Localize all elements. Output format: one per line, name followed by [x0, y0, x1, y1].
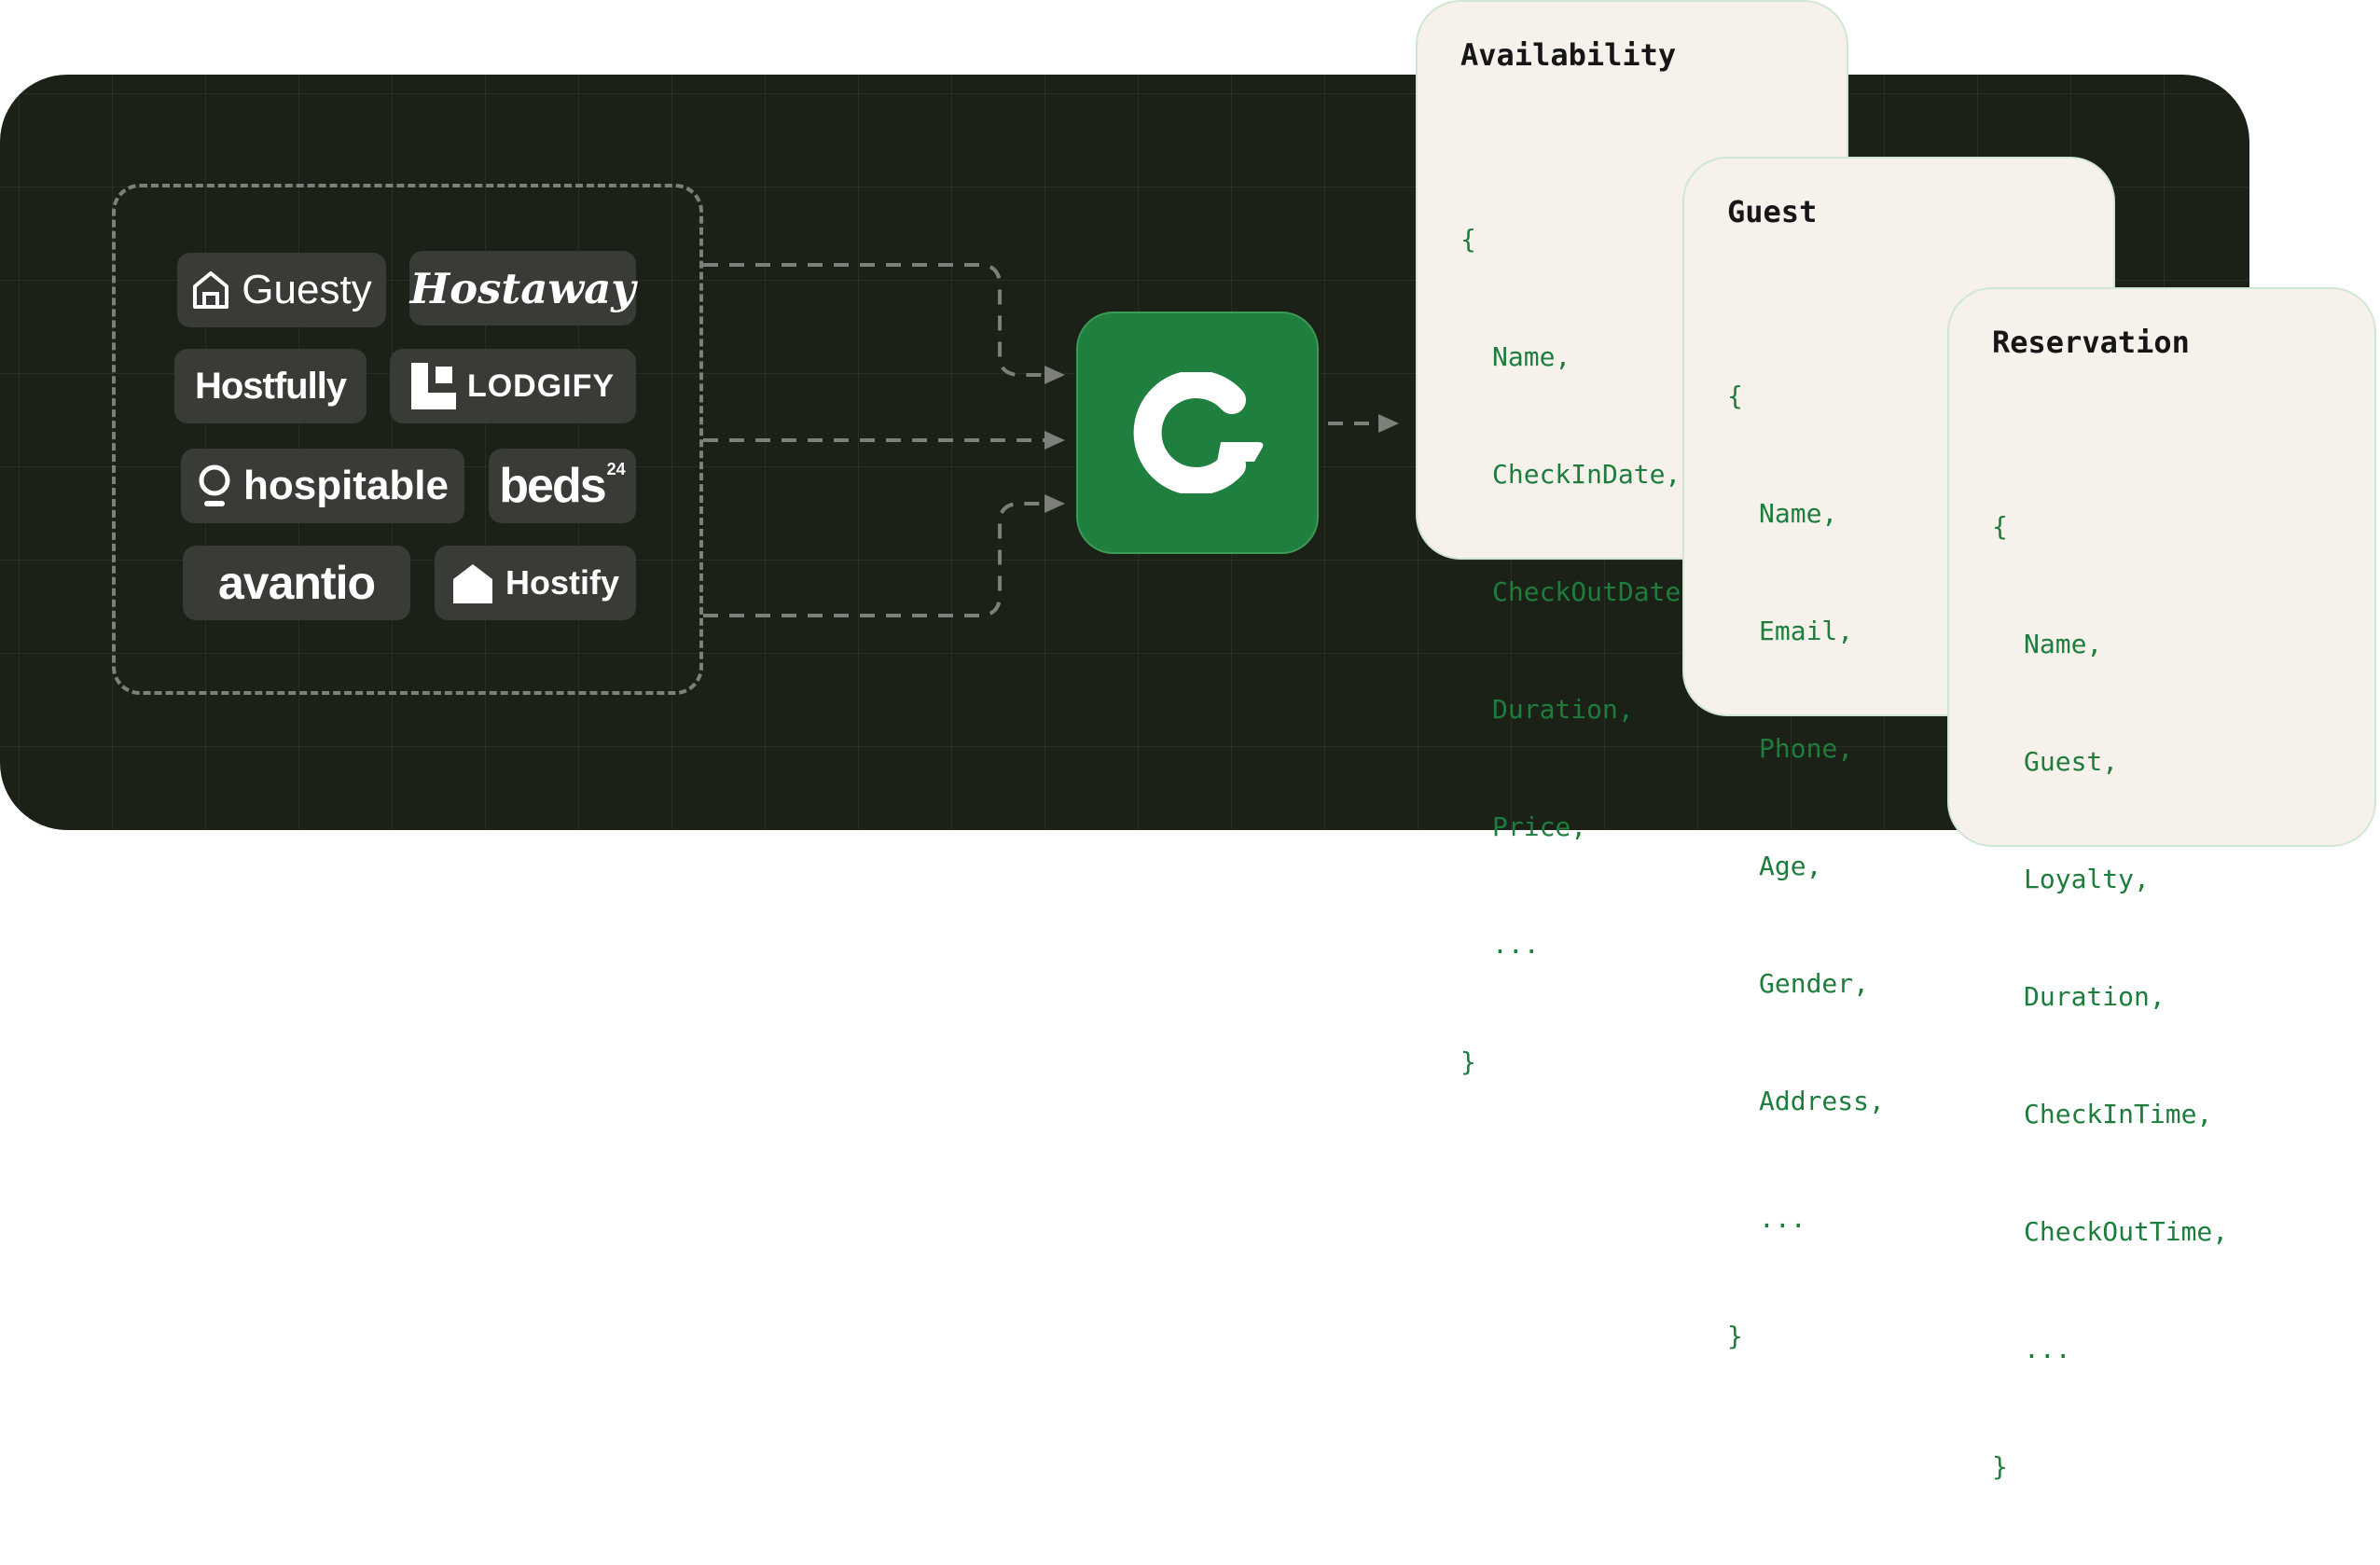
card-title: Guest [1727, 194, 1818, 229]
code-line: Price, [1492, 811, 1587, 842]
logo-label: avantio [217, 557, 376, 609]
code-line: } [1727, 1321, 1743, 1351]
code-line: Address, [1759, 1086, 1885, 1116]
card-title: Availability [1460, 37, 1677, 73]
logo-label: Hostfully [194, 366, 347, 407]
c-logo-icon [1133, 372, 1264, 493]
logo-superscript: 24 [606, 459, 626, 478]
logo-beds24: beds 24 [489, 449, 636, 523]
code-line: Duration, [2024, 981, 2166, 1012]
hub-logo [1076, 312, 1319, 554]
location-pin-icon [199, 464, 230, 506]
house-solid-icon [452, 564, 492, 603]
logo-label: Hostify [505, 563, 619, 602]
code-line: ... [1759, 1203, 1806, 1234]
code-line: Name, [1492, 341, 1571, 372]
logo-label: LODGIFY [466, 368, 616, 404]
code-line: Name, [2024, 629, 2103, 659]
code-line: CheckOutTime, [2024, 1216, 2229, 1247]
logo-hostaway: Hostaway [409, 251, 636, 325]
logo-guesty: Guesty [177, 253, 386, 327]
code-line: Email, [1759, 616, 1854, 646]
logo-hospitable: hospitable [181, 449, 464, 523]
logo-label: Guesty [242, 267, 372, 312]
lodgify-mark-icon [410, 363, 456, 409]
code-line: } [1992, 1451, 2008, 1482]
logo-avantio: avantio [183, 546, 410, 620]
logo-hostfully: Hostfully [174, 349, 367, 423]
code-line: Duration, [1492, 694, 1634, 725]
logo-label: hospitable [242, 463, 450, 508]
code-line: Loyalty, [2024, 864, 2150, 894]
logo-hostify: Hostify [435, 546, 636, 620]
code-line: { [1727, 381, 1743, 411]
code-line: CheckInDate, [1492, 459, 1681, 490]
logo-lodgify: LODGIFY [390, 349, 636, 423]
code-line: Name, [1759, 498, 1838, 529]
code-line: ... [2024, 1334, 2071, 1364]
code-block: { Name, Email, Phone, Age, Gender, Addre… [1727, 298, 1885, 1434]
house-outline-icon [193, 271, 229, 309]
code-line: CheckInTime, [2024, 1099, 2213, 1129]
code-line: Guest, [2024, 746, 2119, 777]
code-line: { [1992, 511, 2008, 542]
code-line: Age, [1759, 851, 1822, 881]
code-line: Phone, [1759, 733, 1854, 764]
logo-label: Hostaway [409, 263, 636, 313]
code-line: } [1460, 1046, 1476, 1077]
code-line: ... [1492, 929, 1540, 960]
logo-label: beds [499, 459, 606, 513]
code-block: { Name, Guest, Loyalty, Duration, CheckI… [1992, 429, 2228, 1565]
code-line: Gender, [1759, 968, 1870, 999]
code-line: { [1460, 224, 1476, 255]
card-title: Reservation [1992, 325, 2190, 360]
code-block: { Name, CheckInDate, CheckOutDate Durati… [1460, 142, 1681, 1160]
code-line: CheckOutDate [1492, 576, 1681, 607]
card-reservation: Reservation { Name, Guest, Loyalty, Dura… [1947, 287, 2376, 1482]
